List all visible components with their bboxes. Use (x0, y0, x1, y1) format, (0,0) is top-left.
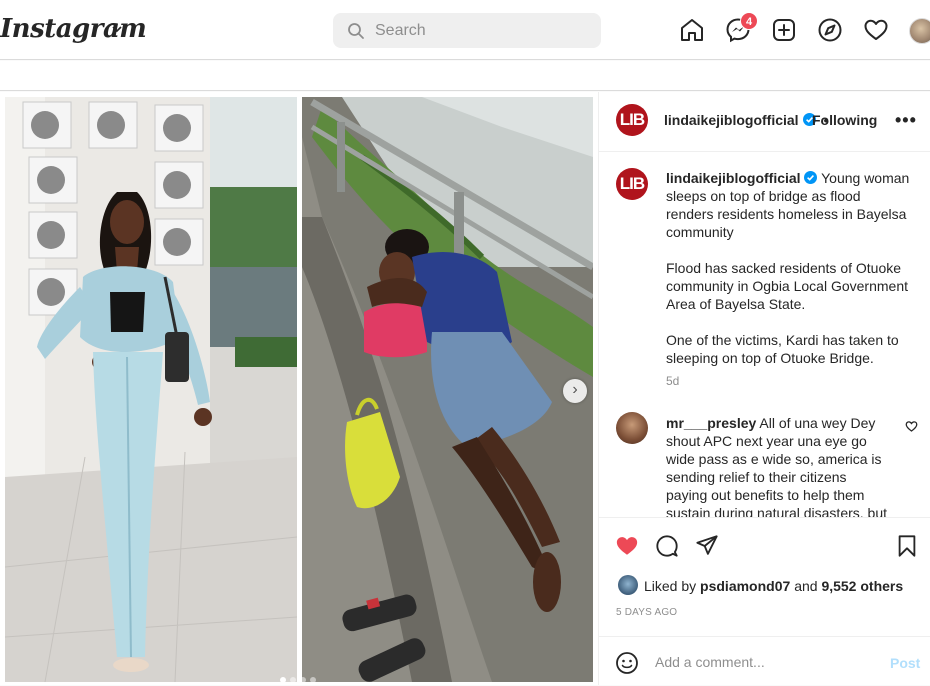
carousel-dot (290, 677, 296, 683)
post-card: › LIB lindaikejiblogofficial • Following… (0, 92, 930, 685)
add-comment-input[interactable] (655, 647, 875, 677)
caption-username[interactable]: lindaikejiblogofficial (666, 170, 801, 186)
save-bookmark-icon[interactable] (895, 534, 919, 558)
liker-avatar[interactable] (618, 575, 638, 595)
search-icon (348, 23, 364, 39)
comment-icon[interactable] (655, 534, 679, 558)
new-post-icon[interactable] (771, 17, 797, 43)
liked-by-prefix: Liked by (644, 578, 697, 594)
caption-paragraph: One of the victims, Kardi has taken to s… (666, 332, 899, 366)
share-icon[interactable] (695, 534, 719, 558)
author-username[interactable]: lindaikejiblogofficial (664, 112, 799, 128)
post-sidebar: LIB lindaikejiblogofficial • Following •… (598, 92, 930, 685)
carousel-next-button[interactable]: › (563, 379, 587, 403)
profile-avatar[interactable] (909, 18, 930, 44)
following-button[interactable]: Following (812, 112, 882, 128)
home-icon[interactable] (679, 17, 705, 43)
search-input[interactable] (375, 13, 585, 48)
add-comment-bar: Post (599, 636, 930, 686)
emoji-icon[interactable] (615, 651, 639, 675)
post-media-carousel[interactable]: › (0, 92, 598, 685)
search-box[interactable] (333, 13, 601, 48)
chevron-down-icon[interactable] (110, 22, 124, 36)
post-timestamp[interactable]: 5 DAYS AGO (616, 607, 677, 618)
comment-username[interactable]: mr___presley (666, 415, 756, 431)
likes-summary: Liked by psdiamond07 and 9,552 others (644, 578, 903, 594)
carousel-dot (310, 677, 316, 683)
comments-section: LIB lindaikejiblogofficial Young woman s… (599, 152, 930, 517)
messages-badge: 4 (740, 12, 758, 30)
more-options-icon[interactable]: ••• (895, 110, 917, 131)
comment: mr___presley All of una wey Dey shout AP… (666, 414, 891, 517)
author-line: lindaikejiblogofficial • (664, 112, 828, 130)
caption-avatar[interactable]: LIB (616, 168, 648, 200)
photo-woman-standing (5, 97, 297, 682)
post-comment-button[interactable]: Post (890, 655, 920, 671)
post-actions: Liked by psdiamond07 and 9,552 others 5 … (599, 517, 930, 685)
carousel-dot (280, 677, 286, 683)
carousel-dot (300, 677, 306, 683)
comment-like-heart-icon[interactable] (905, 420, 918, 433)
carousel-indicators (280, 670, 320, 685)
commenter-avatar[interactable] (616, 412, 648, 444)
photo-woman-sleeping (302, 97, 593, 682)
verified-badge-icon (804, 171, 818, 184)
caption-timestamp[interactable]: 5d (666, 374, 679, 388)
like-heart-icon[interactable] (615, 534, 639, 558)
liked-by-user[interactable]: psdiamond07 (700, 578, 790, 594)
explore-icon[interactable] (817, 17, 843, 43)
author-avatar[interactable]: LIB (616, 104, 648, 136)
liked-by-and: and (794, 578, 818, 594)
liked-by-others[interactable]: 9,552 others (821, 578, 903, 594)
post-header: LIB lindaikejiblogofficial • Following •… (599, 92, 930, 152)
caption-paragraph: Flood has sacked residents of Otuoke com… (666, 260, 908, 312)
activity-heart-icon[interactable] (863, 17, 889, 43)
top-navigation-bar: Instagram 4 (0, 0, 930, 60)
caption: lindaikejiblogofficial Young woman sleep… (666, 169, 911, 385)
instagram-logo[interactable]: Instagram (0, 14, 147, 44)
stories-strip (0, 61, 930, 91)
